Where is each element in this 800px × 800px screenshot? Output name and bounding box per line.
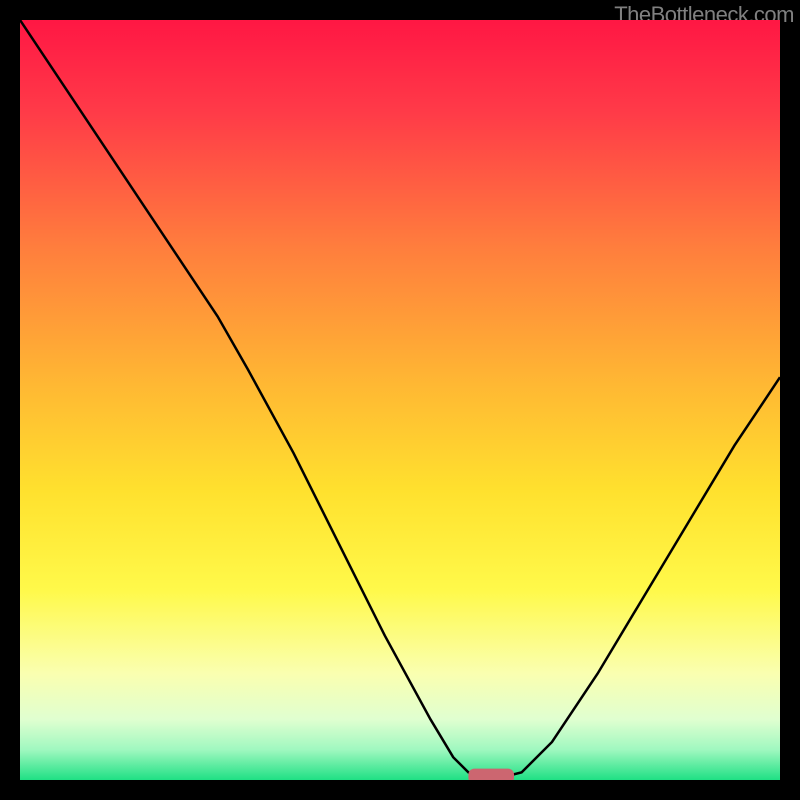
optimal-marker <box>468 769 514 780</box>
plot-area <box>20 20 780 780</box>
chart-frame: TheBottleneck.com <box>0 0 800 800</box>
chart-svg <box>20 20 780 780</box>
